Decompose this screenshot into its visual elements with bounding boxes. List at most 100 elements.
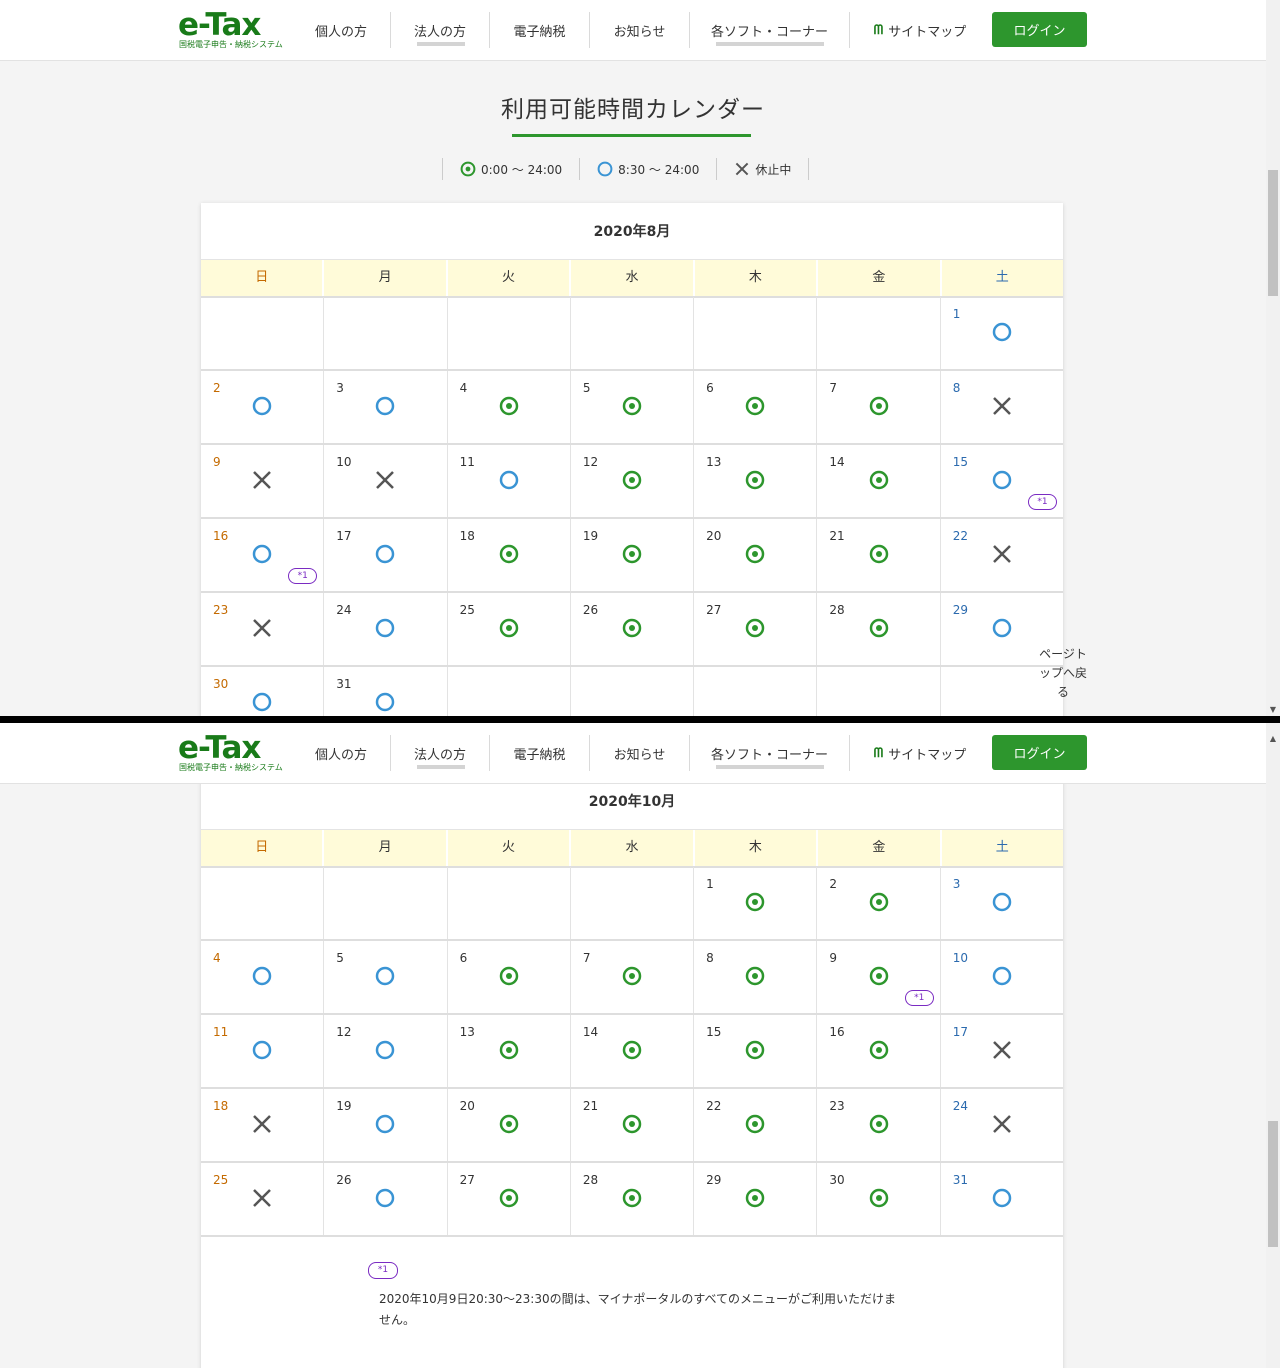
day-number: 23 xyxy=(213,603,229,617)
cross-icon xyxy=(252,470,272,490)
site-header: e-Tax 国税電子申告・納税システム 個人の方 法人の方 電子納税 お知らせ … xyxy=(0,723,1266,784)
footnote-marker[interactable]: *1 xyxy=(288,568,318,584)
calendar-day: 25 xyxy=(201,1163,325,1235)
calendar-week: 4 5 6 7 8 9 *1 10 xyxy=(201,941,1063,1015)
legend-item-suspended: 休止中 xyxy=(716,158,810,180)
etax-logo[interactable]: e-Tax 国税電子申告・納税システム xyxy=(178,731,283,775)
scrollbar[interactable] xyxy=(1266,723,1280,1368)
cross-icon xyxy=(992,1114,1012,1134)
circle-icon xyxy=(375,966,395,986)
weekday-label: 月 xyxy=(324,260,448,296)
calendar-day: 8 xyxy=(941,371,1063,443)
calendar-day xyxy=(201,297,325,369)
day-number: 21 xyxy=(829,529,845,543)
calendar-day: 29 xyxy=(694,1163,818,1235)
calendar-day: 17 xyxy=(941,1015,1063,1087)
day-number: 22 xyxy=(952,529,968,543)
calendar-day xyxy=(694,667,818,716)
day-number: 4 xyxy=(459,381,468,395)
viewport-top: e-Tax 国税電子申告・納税システム 個人の方 法人の方 電子納税 お知らせ … xyxy=(0,0,1280,716)
calendar-day: 4 xyxy=(448,371,571,443)
calendar-day: 19 xyxy=(571,519,695,591)
circle-icon xyxy=(992,892,1012,912)
nav-sitemap[interactable]: ᗰ サイトマップ xyxy=(850,735,990,771)
day-number: 20 xyxy=(459,1099,475,1113)
nav-e-payment[interactable]: 電子納税 xyxy=(490,12,589,48)
scrollbar-thumb[interactable] xyxy=(1268,170,1278,296)
calendar-day: 23 xyxy=(201,593,325,665)
scrollbar[interactable] xyxy=(1266,0,1280,716)
weekday-label: 金 xyxy=(818,260,942,296)
scroll-up-icon[interactable]: ▲ xyxy=(1266,731,1280,745)
scrollbar-thumb[interactable] xyxy=(1268,1121,1278,1247)
nav-e-payment[interactable]: 電子納税 xyxy=(490,735,589,771)
calendar-day: 15 *1 xyxy=(941,445,1063,517)
double-circle-icon xyxy=(622,1040,642,1060)
calendar-week: 1 xyxy=(201,297,1063,371)
circle-icon xyxy=(992,322,1012,342)
day-number: 8 xyxy=(706,951,714,965)
day-number: 14 xyxy=(829,455,845,469)
double-circle-icon xyxy=(869,1114,889,1134)
calendar-day: 9 xyxy=(201,445,325,517)
day-number: 12 xyxy=(336,1025,352,1039)
day-number: 11 xyxy=(459,455,475,469)
footnote-marker[interactable]: *1 xyxy=(904,990,934,1006)
legend-label: 8:30 ～ 24:00 xyxy=(618,162,700,177)
nav-news[interactable]: お知らせ xyxy=(590,735,689,771)
day-number: 6 xyxy=(459,951,468,965)
weekday-header: 日 月 火 水 木 金 土 xyxy=(201,829,1063,868)
scroll-down-icon[interactable]: ▼ xyxy=(1266,702,1280,716)
calendar-day: 19 xyxy=(324,1089,448,1161)
weekday-label: 日 xyxy=(201,260,325,296)
footnote-marker[interactable]: *1 xyxy=(1027,494,1057,510)
day-number: 24 xyxy=(952,1099,968,1113)
login-button[interactable]: ログイン xyxy=(992,12,1087,47)
day-number: 2 xyxy=(829,877,838,891)
calendar-day: 28 xyxy=(571,1163,695,1235)
double-circle-icon xyxy=(745,618,765,638)
nav-individual[interactable]: 個人の方 xyxy=(292,12,390,48)
double-circle-icon xyxy=(745,470,765,490)
weekday-label: 水 xyxy=(571,830,695,866)
login-button[interactable]: ログイン xyxy=(992,735,1087,770)
circle-icon xyxy=(375,396,395,416)
day-number: 8 xyxy=(952,381,961,395)
double-circle-icon xyxy=(869,396,889,416)
calendar-oct: 2020年10月 日 月 火 水 木 金 土 1 2 3 4 5 6 7 8 9 *1 10 11 12… xyxy=(201,763,1063,1368)
double-circle-icon xyxy=(745,1114,765,1134)
cross-icon xyxy=(992,544,1012,564)
day-number: 26 xyxy=(582,603,599,617)
double-circle-icon xyxy=(460,161,476,177)
day-number: 17 xyxy=(952,1025,968,1039)
day-number: 21 xyxy=(582,1099,599,1113)
legend-item-allday: 0:00 ～ 24:00 xyxy=(442,158,579,180)
calendar-day: 20 xyxy=(448,1089,571,1161)
weekday-label: 水 xyxy=(571,260,695,296)
calendar-day: 28 xyxy=(817,593,941,665)
calendar-day: 31 xyxy=(941,1163,1063,1235)
double-circle-icon xyxy=(499,1040,519,1060)
calendar-day: 9 *1 xyxy=(817,941,941,1013)
legend-label: 0:00 ～ 24:00 xyxy=(481,162,563,177)
nav-individual[interactable]: 個人の方 xyxy=(292,735,390,771)
cross-icon xyxy=(252,1188,272,1208)
page-top-link[interactable]: ページトップへ戻る xyxy=(1036,645,1090,702)
day-number: 16 xyxy=(829,1025,845,1039)
day-number: 10 xyxy=(336,455,352,469)
nav-sitemap[interactable]: ᗰ サイトマップ xyxy=(850,12,990,48)
day-number: 1 xyxy=(952,307,961,321)
day-number: 30 xyxy=(213,677,229,691)
cross-icon xyxy=(252,1114,272,1134)
double-circle-icon xyxy=(499,396,519,416)
calendar-day: 27 xyxy=(694,593,818,665)
cross-icon xyxy=(252,618,272,638)
double-circle-icon xyxy=(622,1114,642,1134)
calendar-day xyxy=(571,297,695,369)
circle-icon xyxy=(992,1188,1012,1208)
double-circle-icon xyxy=(869,1040,889,1060)
calendar-day: 21 xyxy=(571,1089,695,1161)
calendar-aug: 2020年8月 日 月 火 水 木 金 土 1 2 3 4 5 6 7 8 9 10 11 12 13 1… xyxy=(201,203,1063,716)
etax-logo[interactable]: e-Tax 国税電子申告・納税システム xyxy=(178,8,283,52)
nav-news[interactable]: お知らせ xyxy=(590,12,689,48)
